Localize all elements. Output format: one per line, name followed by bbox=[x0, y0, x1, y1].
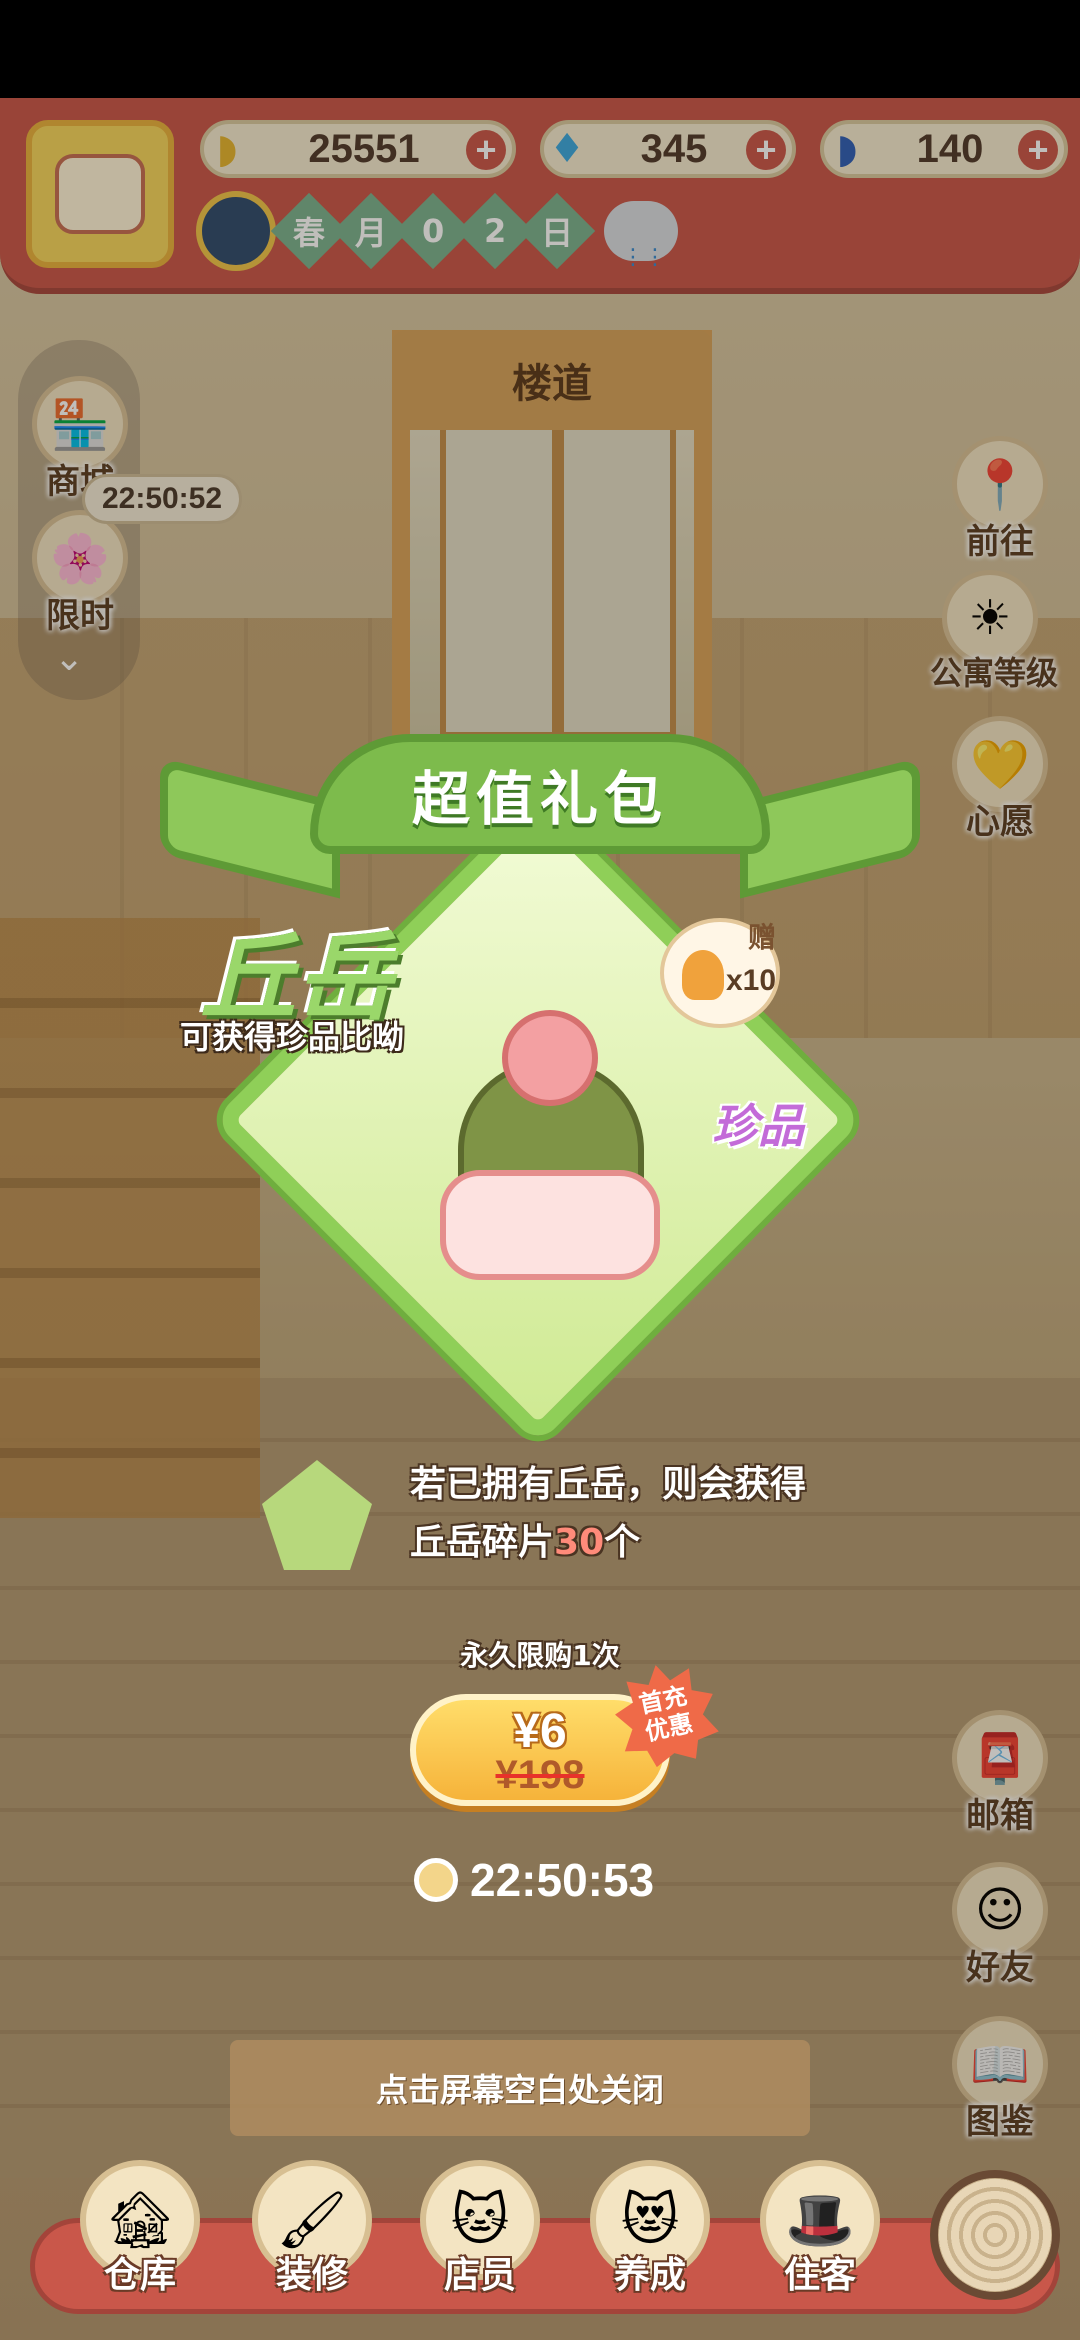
character-skirt bbox=[440, 1170, 660, 1280]
gift-quantity: x10 bbox=[726, 964, 777, 997]
duplicate-notice: 若已拥有丘岳，则会获得 丘岳碎片30个 bbox=[410, 1456, 910, 1572]
gift-tag: 赠 bbox=[748, 921, 777, 954]
bonus-gift-bubble: 赠 x10 bbox=[660, 918, 780, 1028]
nav-tenants[interactable]: 🎩 住客 bbox=[750, 2160, 890, 2298]
nav-staff[interactable]: 🐱 店员 bbox=[410, 2160, 550, 2298]
duplicate-line-1: 若已拥有丘岳，则会获得 bbox=[410, 1464, 807, 1505]
character-subtitle: 可获得珍品比呦 bbox=[180, 1018, 405, 1056]
yarn-ball-icon[interactable] bbox=[930, 2170, 1060, 2300]
paw-treat-icon bbox=[682, 950, 724, 1000]
close-hint[interactable]: 点击屏幕空白处关闭 bbox=[230, 2040, 810, 2136]
nav-label: 装修 bbox=[275, 2255, 348, 2296]
status-bar bbox=[0, 0, 1080, 98]
popup-title: 超值礼包 bbox=[411, 765, 668, 833]
nav-label: 店员 bbox=[443, 2255, 516, 2296]
nav-warehouse[interactable]: 🏚 仓库 bbox=[70, 2160, 210, 2298]
nav-label: 仓库 bbox=[103, 2255, 176, 2296]
purchase-limit: 永久限购1次 bbox=[460, 1639, 620, 1672]
fragment-count: 30 bbox=[554, 1522, 605, 1563]
nav-label: 住客 bbox=[783, 2255, 856, 2296]
clock-icon bbox=[414, 1858, 458, 1902]
flower-icon bbox=[502, 1010, 598, 1106]
title-ribbon: 超值礼包 bbox=[160, 720, 920, 920]
nav-decorate[interactable]: 🖌 装修 bbox=[242, 2160, 382, 2298]
original-price: ¥198 bbox=[495, 1753, 585, 1797]
ribbon-band: 超值礼包 bbox=[310, 734, 770, 854]
nav-label: 养成 bbox=[613, 2255, 686, 2296]
nav-nurture[interactable]: 😻 养成 bbox=[580, 2160, 720, 2298]
character-portrait bbox=[440, 1000, 660, 1300]
rarity-label: 珍品 bbox=[712, 1099, 804, 1153]
countdown-time: 22:50:53 bbox=[470, 1854, 655, 1906]
offer-countdown: 22:50:53 bbox=[414, 1850, 654, 1910]
duplicate-line-2: 丘岳碎片30个 bbox=[410, 1522, 641, 1563]
